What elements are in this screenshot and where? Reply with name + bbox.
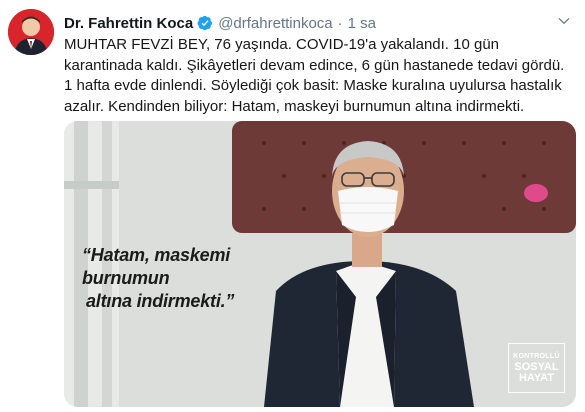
tweet-media[interactable]: “Hatam, maskemi burnumun altına indirmek… [64, 121, 576, 407]
watermark-line-1: KONTROLLÜ [513, 352, 560, 360]
verified-badge-icon [197, 15, 213, 31]
separator-dot: · [337, 14, 343, 32]
avatar-image [8, 9, 54, 55]
image-quote: “Hatam, maskemi burnumun altına indirmek… [82, 244, 312, 313]
avatar[interactable] [8, 9, 54, 55]
watermark-logo: KONTROLLÜ SOSYAL HAYAT [508, 343, 565, 393]
watermark-line-3: HAYAT [518, 371, 555, 384]
quote-line-1: “Hatam, maskemi burnumun [82, 245, 231, 288]
tweet-header: Dr. Fahrettin Koca @drfahrettinkoca · 1 … [64, 13, 376, 33]
author-handle[interactable]: @drfahrettinkoca [218, 15, 332, 32]
timestamp[interactable]: 1 sa [348, 15, 376, 32]
tweet-text: MUHTAR FEVZİ BEY, 76 yaşında. COVID-19'a… [64, 36, 569, 115]
chevron-down-icon[interactable] [557, 14, 571, 28]
quote-line-2: altına indirmekti.” [86, 291, 235, 311]
author-name[interactable]: Dr. Fahrettin Koca [64, 15, 193, 32]
watermark-line-2: SOSYAL [514, 360, 559, 373]
tweet[interactable]: Dr. Fahrettin Koca @drfahrettinkoca · 1 … [0, 0, 585, 412]
